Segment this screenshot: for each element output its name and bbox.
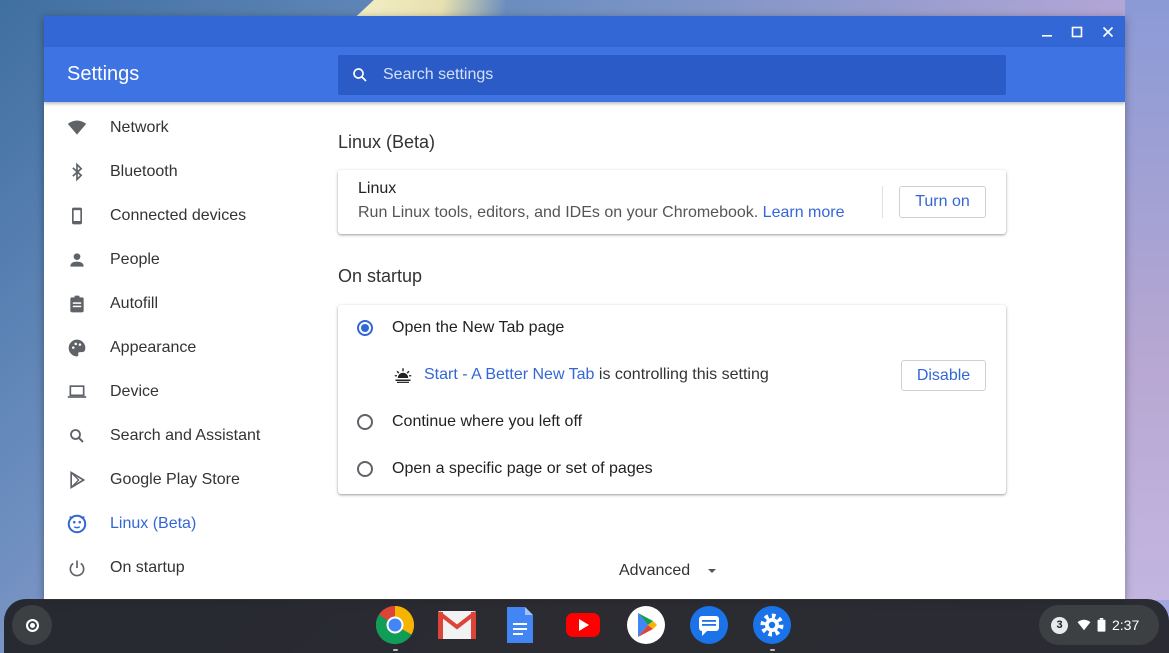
messages-icon[interactable] (689, 605, 729, 645)
wallpaper (1125, 0, 1169, 600)
startup-option-new-tab[interactable]: Open the New Tab page (338, 313, 1006, 343)
palette-icon (66, 337, 88, 359)
sidebar-item-linux[interactable]: Linux (Beta) (44, 502, 314, 546)
sidebar-item-label: Search and Assistant (110, 427, 261, 444)
advanced-toggle[interactable]: Advanced (619, 562, 718, 580)
shelf: 3 2:37 (4, 599, 1169, 653)
clipboard-icon (66, 293, 88, 315)
startup-section-title: On startup (338, 266, 423, 286)
sidebar: Network Bluetooth Connected devices Peop… (44, 102, 314, 600)
running-indicator (393, 649, 398, 651)
sidebar-item-people[interactable]: People (44, 238, 314, 282)
radio-button[interactable] (357, 414, 373, 430)
startup-option-continue[interactable]: Continue where you left off (338, 407, 1006, 437)
radio-button-selected[interactable] (357, 320, 373, 336)
sidebar-item-label: Bluetooth (110, 163, 178, 180)
launcher-button[interactable] (12, 605, 52, 645)
search-icon (66, 425, 88, 447)
gmail-icon[interactable] (437, 605, 477, 645)
startup-option-label: Open the New Tab page (392, 319, 565, 336)
sidebar-item-label: Network (110, 119, 169, 136)
startup-option-label: Open a specific page or set of pages (392, 460, 653, 477)
linux-card: Linux Run Linux tools, editors, and IDEs… (338, 170, 1006, 234)
maximize-icon[interactable] (1065, 20, 1089, 44)
sidebar-item-label: Google Play Store (110, 471, 240, 488)
power-icon (66, 557, 88, 579)
chrome-icon[interactable] (375, 605, 415, 651)
docs-icon[interactable] (500, 605, 540, 645)
sidebar-item-device[interactable]: Device (44, 370, 314, 414)
sidebar-item-search-assistant[interactable]: Search and Assistant (44, 414, 314, 458)
turn-on-button[interactable]: Turn on (899, 186, 986, 218)
page-title: Settings (67, 63, 140, 85)
play-store-icon (66, 469, 88, 491)
sidebar-item-label: Linux (Beta) (110, 515, 197, 532)
sidebar-item-on-startup[interactable]: On startup (44, 546, 314, 590)
startup-card: Open the New Tab page Start - A Better N… (338, 305, 1006, 494)
sidebar-item-label: Connected devices (110, 207, 247, 224)
learn-more-link[interactable]: Learn more (763, 204, 845, 221)
clock: 2:37 (1112, 617, 1140, 633)
phone-icon (66, 205, 88, 227)
advanced-label: Advanced (619, 562, 691, 579)
laptop-icon (66, 381, 88, 403)
running-indicator (770, 649, 775, 651)
wifi-icon (66, 117, 88, 139)
window-titlebar[interactable] (44, 16, 1125, 47)
extension-control-notice: Start - A Better New Tab is controlling … (338, 360, 1006, 391)
dropdown-arrow-icon (708, 569, 717, 573)
app-header: Settings (44, 47, 1125, 102)
sidebar-item-label: Appearance (110, 339, 197, 356)
settings-main: Linux (Beta) Linux Run Linux tools, edit… (338, 102, 1006, 600)
sidebar-item-appearance[interactable]: Appearance (44, 326, 314, 370)
startup-option-label: Continue where you left off (392, 413, 583, 430)
battery-icon (1097, 618, 1106, 632)
linux-section-title: Linux (Beta) (338, 132, 436, 152)
youtube-icon[interactable] (563, 605, 603, 645)
close-icon[interactable] (1096, 20, 1120, 44)
linux-card-title: Linux (358, 180, 397, 197)
sunrise-icon (394, 366, 412, 384)
controlling-extension-text: Start - A Better New Tab is controlling … (424, 366, 769, 384)
controlling-setting-text: is controlling this setting (598, 366, 769, 383)
sidebar-item-label: Autofill (110, 295, 159, 312)
bluetooth-icon (66, 161, 88, 183)
minimize-icon[interactable] (1035, 20, 1059, 44)
sidebar-item-bluetooth[interactable]: Bluetooth (44, 150, 314, 194)
person-icon (66, 249, 88, 271)
sidebar-item-network[interactable]: Network (44, 106, 314, 150)
search-input[interactable] (383, 66, 943, 84)
play-store-icon[interactable] (626, 605, 666, 645)
wifi-icon (1077, 619, 1091, 631)
sidebar-item-autofill[interactable]: Autofill (44, 282, 314, 326)
linux-card-description: Run Linux tools, editors, and IDEs on yo… (358, 204, 845, 222)
sidebar-item-label: On startup (110, 559, 185, 576)
sidebar-item-label: People (110, 251, 160, 268)
startup-option-specific-pages[interactable]: Open a specific page or set of pages (338, 454, 1006, 484)
disable-button[interactable]: Disable (901, 360, 986, 391)
search-field[interactable] (338, 55, 1006, 95)
status-tray[interactable]: 3 2:37 (1039, 605, 1159, 645)
launcher-icon (25, 618, 39, 632)
settings-icon[interactable] (752, 605, 792, 651)
extension-link[interactable]: Start - A Better New Tab (424, 366, 594, 383)
divider (882, 186, 883, 218)
settings-window: Settings Network Bluetooth Conne (44, 16, 1125, 600)
sidebar-item-label: Device (110, 383, 159, 400)
linux-penguin-icon (66, 513, 88, 535)
sidebar-item-play-store[interactable]: Google Play Store (44, 458, 314, 502)
search-icon (353, 68, 367, 82)
linux-description-text: Run Linux tools, editors, and IDEs on yo… (358, 204, 759, 221)
radio-button[interactable] (357, 461, 373, 477)
notification-count: 3 (1051, 616, 1068, 634)
sidebar-item-connected-devices[interactable]: Connected devices (44, 194, 314, 238)
